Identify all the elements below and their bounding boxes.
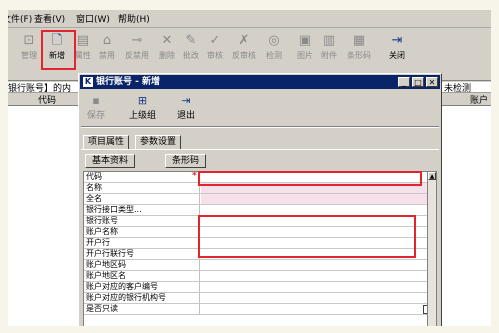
code-field-highlight: [198, 171, 422, 186]
scroll-up-icon[interactable]: ▲: [428, 172, 436, 180]
column-header-account: 账户: [470, 96, 489, 106]
disable-icon: ⌂: [102, 33, 112, 48]
field-label: 是否只读: [86, 304, 200, 314]
field-label: 账户对应的银行机构号: [86, 293, 200, 303]
menu-bar: 文件(F) 查看(V) 窗口(W) 帮助(H): [8, 10, 491, 28]
window-close-icon[interactable]: ✕: [426, 77, 438, 87]
readonly-value: [201, 304, 428, 314]
required-mark: *: [192, 171, 197, 181]
delete-icon: ✕: [161, 33, 173, 48]
field-label: 代码: [86, 172, 200, 182]
field-row-region-code: 账户地区码: [84, 260, 428, 271]
grid-scrollbar[interactable]: ▲: [427, 171, 437, 326]
enable-icon: ⊸: [131, 33, 143, 48]
manage-button[interactable]: ⊡ 管理: [18, 32, 40, 61]
field-row-region-name: 账户地区名: [84, 271, 428, 282]
column-header-code: 代码: [38, 96, 57, 106]
attachment-button[interactable]: ▥ 附件: [318, 32, 340, 61]
batch-edit-icon: ✎: [185, 33, 197, 48]
field-label: 全名: [86, 194, 200, 204]
region-name-input[interactable]: [201, 271, 428, 281]
field-row-fullname: 全名: [84, 194, 428, 205]
audit-icon: ✓: [209, 33, 221, 48]
account-fields-highlight: [198, 215, 416, 258]
close-button[interactable]: ⇥ 关闭: [386, 32, 408, 61]
field-label: 开户行: [86, 238, 200, 248]
parent-group-icon: ⊞: [137, 94, 148, 107]
field-label: 名称: [86, 183, 200, 193]
save-icon: ▪: [92, 94, 100, 107]
barcode-icon: ▦: [352, 33, 366, 48]
toolbar-separator: [81, 126, 439, 128]
image-icon: ▣: [298, 33, 312, 48]
bank-institution-input[interactable]: [201, 293, 428, 303]
field-row-bank-institution: 账户对应的银行机构号: [84, 293, 428, 304]
minimize-icon[interactable]: _: [398, 77, 410, 87]
enable-button[interactable]: ⊸ 反禁用: [125, 32, 149, 61]
audit-button[interactable]: ✓ 审核: [204, 32, 226, 61]
inspect-button[interactable]: ◎ 检测: [263, 32, 285, 61]
bank-interface-input[interactable]: [201, 205, 428, 215]
menu-help[interactable]: 帮助(H): [118, 12, 150, 25]
field-label: 账户地区名: [86, 271, 200, 281]
region-code-input[interactable]: [201, 260, 428, 270]
field-label: 账户地区码: [86, 260, 200, 270]
parent-group-button[interactable]: ⊞ 上级组: [129, 94, 156, 121]
menu-view[interactable]: 查看(V): [34, 12, 65, 25]
field-row-readonly: 是否只读: [84, 304, 428, 315]
disable-button[interactable]: ⌂ 禁用: [96, 32, 118, 61]
tab-item-attributes[interactable]: 项目属性: [83, 135, 130, 149]
tab-parameter-settings[interactable]: 参数设置: [135, 135, 182, 149]
tab-baseline: [81, 149, 439, 150]
close-icon: ⇥: [391, 33, 403, 48]
unaudit-icon: ✗: [238, 33, 250, 48]
exit-icon: ⇥: [181, 94, 191, 107]
dialog-title: 银行账号 - 新增: [96, 77, 161, 87]
attachment-icon: ▥: [322, 33, 336, 48]
bank-account-dialog: K 银行账号 - 新增 _ □ ✕ ▪ 保存 ⊞ 上级组 ⇥ 退出 项目属性 参…: [78, 73, 442, 326]
field-label: 账户名称: [86, 227, 200, 237]
menu-window[interactable]: 窗口(W): [76, 12, 110, 25]
manage-icon: ⊡: [23, 33, 35, 48]
subtab-barcode[interactable]: 条形码: [165, 154, 207, 168]
inspect-icon: ◎: [268, 33, 280, 48]
field-row-customer-number: 账户对应的客户编号: [84, 282, 428, 293]
subtab-basic-info[interactable]: 基本资料: [85, 154, 136, 168]
menu-file[interactable]: 文件(F): [8, 12, 32, 25]
fullname-input[interactable]: [201, 194, 428, 204]
customer-number-input[interactable]: [201, 282, 428, 292]
new-button-highlight: [41, 30, 76, 70]
field-label: 银行账号: [86, 216, 200, 226]
exit-button[interactable]: ⇥ 退出: [177, 94, 195, 121]
maximize-icon[interactable]: □: [412, 77, 424, 87]
field-label: 开户行联行号: [86, 249, 200, 259]
barcode-button[interactable]: ▦ 条形码: [347, 32, 371, 61]
field-label: 银行接口类型...: [86, 205, 200, 215]
save-button[interactable]: ▪ 保存: [87, 94, 105, 121]
dialog-title-bar: K 银行账号 - 新增 _ □ ✕: [80, 75, 440, 89]
kingdee-logo-icon: K: [83, 77, 93, 87]
field-label: 账户对应的客户编号: [86, 282, 200, 292]
app-window: 文件(F) 查看(V) 窗口(W) 帮助(H) ⊡ 管理 🗋 新增 ▤ 属性 ⌂…: [8, 10, 491, 326]
unaudit-button[interactable]: ✗ 反审核: [232, 32, 256, 61]
